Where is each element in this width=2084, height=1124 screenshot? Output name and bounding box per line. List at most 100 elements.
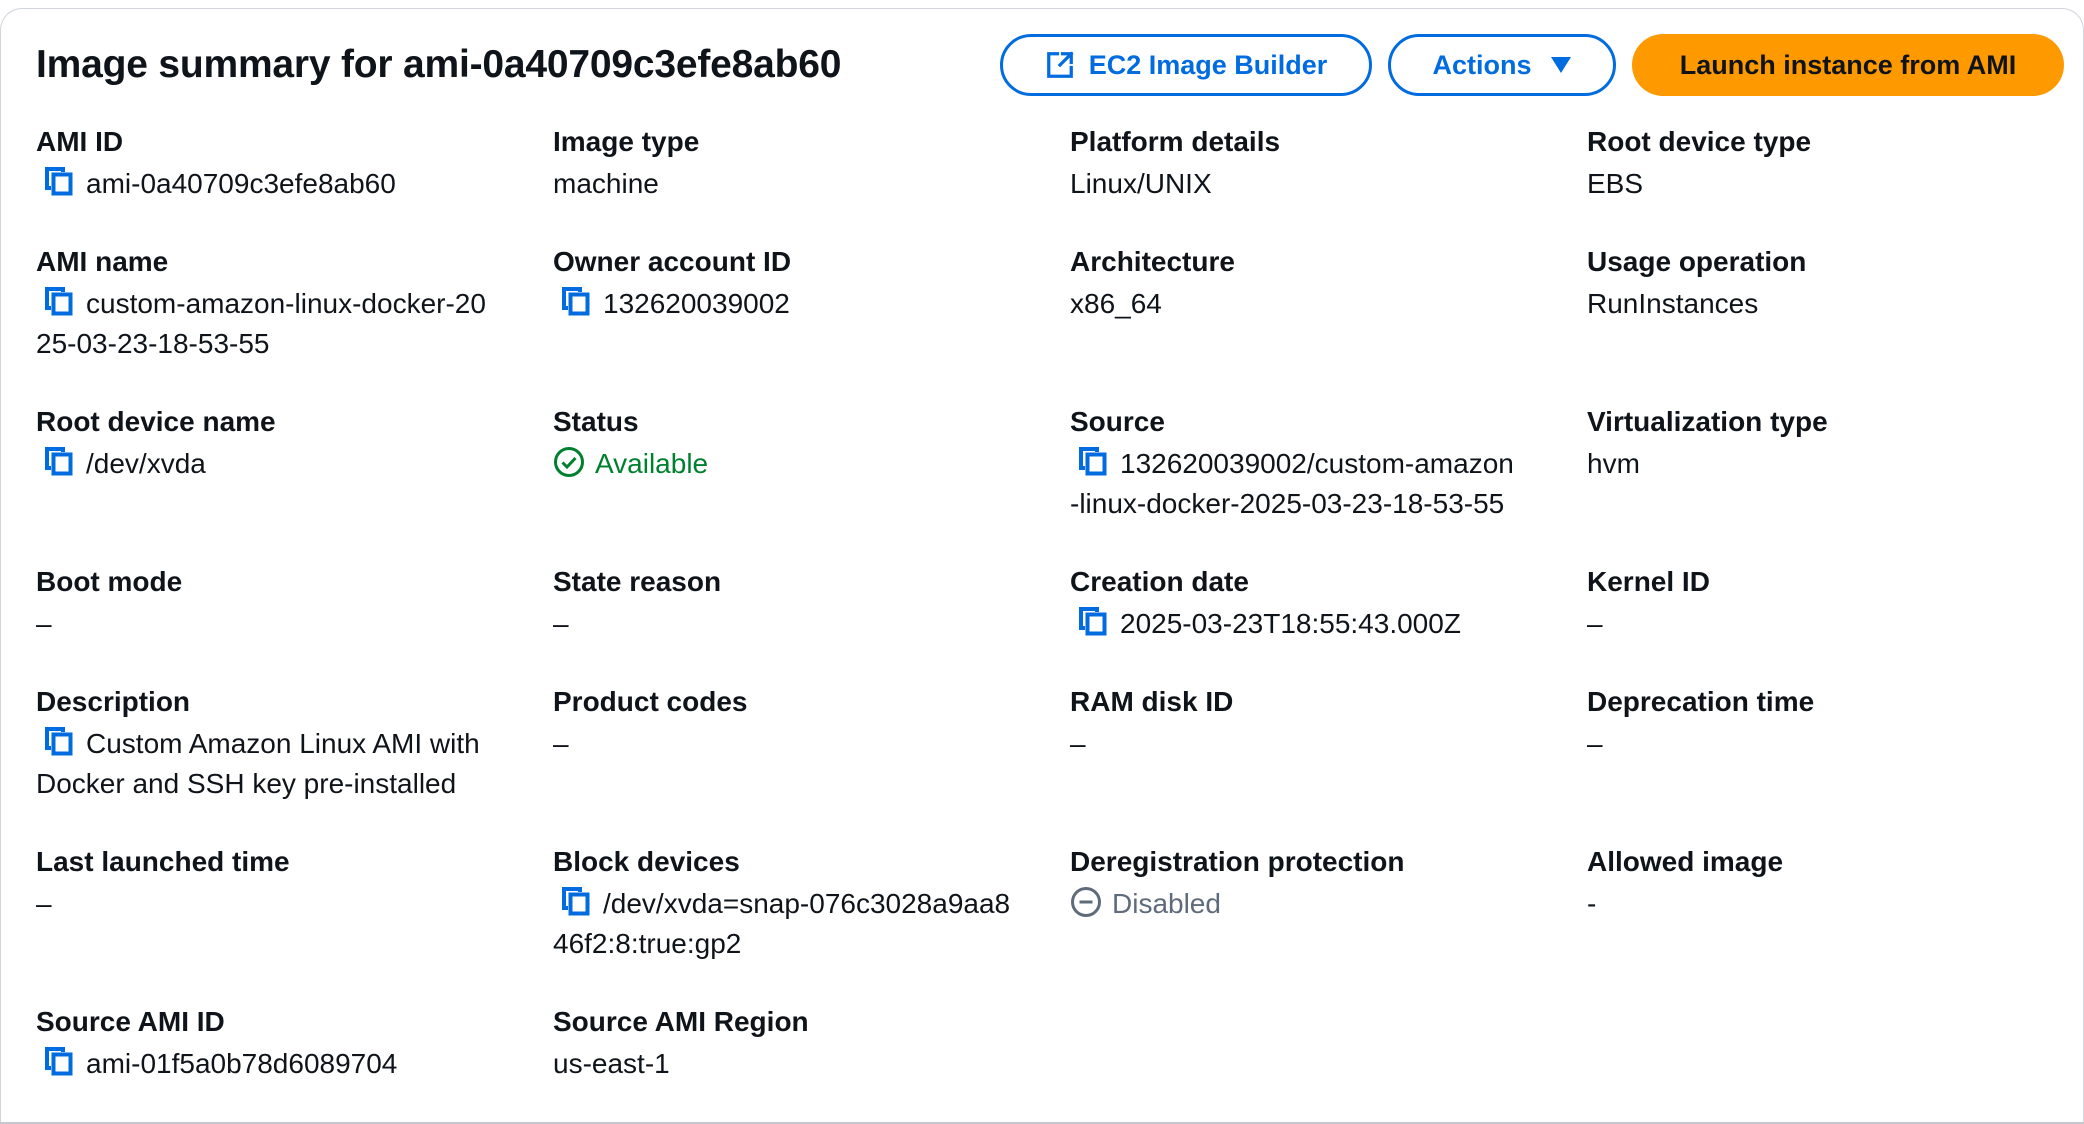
field-label: Deprecation time [1587, 686, 1815, 717]
field-owner-account-id: Owner account ID 132620039002 [553, 244, 1053, 324]
field-root-device-type: Root device type EBS [1587, 124, 2084, 204]
caret-down-icon [1550, 56, 1572, 74]
field-label: Root device name [36, 406, 276, 437]
copy-icon[interactable] [559, 885, 591, 917]
field-label: Block devices [553, 846, 740, 877]
field-last-launched-time: Last launched time – [36, 844, 536, 924]
block-devices-value-line1: /dev/xvda=snap-076c3028a9aa8 [603, 888, 1011, 919]
allowed-image-value: - [1587, 888, 1597, 919]
field-label: State reason [553, 566, 722, 597]
kernel-id-value: – [1587, 608, 1603, 639]
field-ram-disk-id: RAM disk ID – [1070, 684, 1570, 764]
field-label: Platform details [1070, 126, 1281, 157]
description-value-line2: Docker and SSH key pre-installed [36, 768, 457, 799]
ami-name-value-line2: 25-03-23-18-53-55 [36, 328, 270, 359]
ram-disk-id-value: – [1070, 728, 1086, 759]
source-ami-id-value: ami-01f5a0b78d6089704 [86, 1048, 398, 1079]
actions-label: Actions [1432, 49, 1532, 80]
field-label: Architecture [1070, 246, 1235, 277]
field-label: Owner account ID [553, 246, 792, 277]
copy-icon[interactable] [1076, 445, 1108, 477]
copy-icon[interactable] [1076, 605, 1108, 637]
field-allowed-image: Allowed image - [1587, 844, 2084, 924]
field-creation-date: Creation date 2025-03-23T18:55:43.000Z [1070, 564, 1570, 644]
field-label: Creation date [1070, 566, 1249, 597]
deprecation-time-value: – [1587, 728, 1603, 759]
field-label: Last launched time [36, 846, 290, 877]
field-source: Source 132620039002/custom-amazon -linux… [1070, 404, 1570, 524]
launch-instance-label: Launch instance from AMI [1679, 49, 2017, 80]
last-launched-time-value: – [36, 888, 52, 919]
field-product-codes: Product codes – [553, 684, 1053, 764]
field-usage-operation: Usage operation RunInstances [1587, 244, 2084, 324]
field-label: Virtualization type [1587, 406, 1828, 437]
platform-details-value: Linux/UNIX [1070, 168, 1212, 199]
root-device-type-value: EBS [1587, 168, 1644, 199]
field-image-type: Image type machine [553, 124, 1053, 204]
field-description: Description Custom Amazon Linux AMI with… [36, 684, 536, 804]
copy-icon[interactable] [42, 165, 74, 197]
field-status: Status Available [553, 404, 1053, 484]
state-reason-value: – [553, 608, 569, 639]
copy-icon[interactable] [42, 1045, 74, 1077]
external-link-icon [1045, 50, 1075, 80]
field-kernel-id: Kernel ID – [1587, 564, 2084, 644]
block-devices-value-line2: 46f2:8:true:gp2 [553, 928, 742, 959]
copy-icon[interactable] [42, 445, 74, 477]
field-label: Source [1070, 406, 1165, 437]
field-virtualization-type: Virtualization type hvm [1587, 404, 2084, 484]
creation-date-value: 2025-03-23T18:55:43.000Z [1120, 608, 1461, 639]
copy-icon[interactable] [42, 725, 74, 757]
source-ami-region-value: us-east-1 [553, 1048, 670, 1079]
field-label: Allowed image [1587, 846, 1784, 877]
field-label: Boot mode [36, 566, 183, 597]
field-architecture: Architecture x86_64 [1070, 244, 1570, 324]
usage-operation-value: RunInstances [1587, 288, 1759, 319]
root-device-name-value: /dev/xvda [86, 448, 206, 479]
copy-icon[interactable] [559, 285, 591, 317]
virtualization-type-value: hvm [1587, 448, 1640, 479]
field-label: Source AMI ID [36, 1006, 225, 1037]
ami-name-value-line1: custom-amazon-linux-docker-20 [86, 288, 486, 319]
boot-mode-value: – [36, 608, 52, 639]
field-label: Root device type [1587, 126, 1812, 157]
field-label: AMI ID [36, 126, 124, 157]
field-boot-mode: Boot mode – [36, 564, 536, 644]
ec2-image-builder-label: EC2 Image Builder [1088, 49, 1328, 80]
owner-account-id-value: 132620039002 [603, 288, 790, 319]
field-root-device-name: Root device name /dev/xvda [36, 404, 536, 484]
field-label: Image type [553, 126, 700, 157]
copy-icon[interactable] [42, 285, 74, 317]
field-source-ami-id: Source AMI ID ami-01f5a0b78d6089704 [36, 1004, 536, 1084]
field-label: Source AMI Region [553, 1006, 809, 1037]
product-codes-value: – [553, 728, 569, 759]
field-deprecation-time: Deprecation time – [1587, 684, 2084, 764]
field-label: RAM disk ID [1070, 686, 1234, 717]
field-label: Status [553, 406, 639, 437]
field-label: Usage operation [1587, 246, 1807, 277]
page-title: Image summary for ami-0a40709c3efe8ab60 [36, 43, 842, 86]
field-platform-details: Platform details Linux/UNIX [1070, 124, 1570, 204]
ami-id-value: ami-0a40709c3efe8ab60 [86, 168, 396, 199]
architecture-value: x86_64 [1070, 288, 1162, 319]
deregistration-protection-value: Disabled [1112, 888, 1221, 919]
field-state-reason: State reason – [553, 564, 1053, 644]
actions-dropdown-button[interactable]: Actions [1388, 34, 1616, 96]
field-label: Description [36, 686, 191, 717]
field-label: Kernel ID [1587, 566, 1710, 597]
source-value-line1: 132620039002/custom-amazon [1120, 448, 1514, 479]
check-circle-icon [553, 446, 585, 478]
field-label: AMI name [36, 246, 169, 277]
field-label: Deregistration protection [1070, 846, 1405, 877]
field-ami-name: AMI name custom-amazon-linux-docker-20 2… [36, 244, 536, 364]
minus-circle-icon [1070, 886, 1102, 918]
field-label: Product codes [553, 686, 748, 717]
field-deregistration-protection: Deregistration protection Disabled [1070, 844, 1570, 924]
description-value-line1: Custom Amazon Linux AMI with [86, 728, 480, 759]
field-source-ami-region: Source AMI Region us-east-1 [553, 1004, 1053, 1084]
field-ami-id: AMI ID ami-0a40709c3efe8ab60 [36, 124, 536, 204]
field-block-devices: Block devices /dev/xvda=snap-076c3028a9a… [553, 844, 1053, 964]
launch-instance-button[interactable]: Launch instance from AMI [1632, 34, 2064, 96]
ec2-image-builder-button[interactable]: EC2 Image Builder [1000, 34, 1372, 96]
status-value: Available [595, 448, 709, 479]
